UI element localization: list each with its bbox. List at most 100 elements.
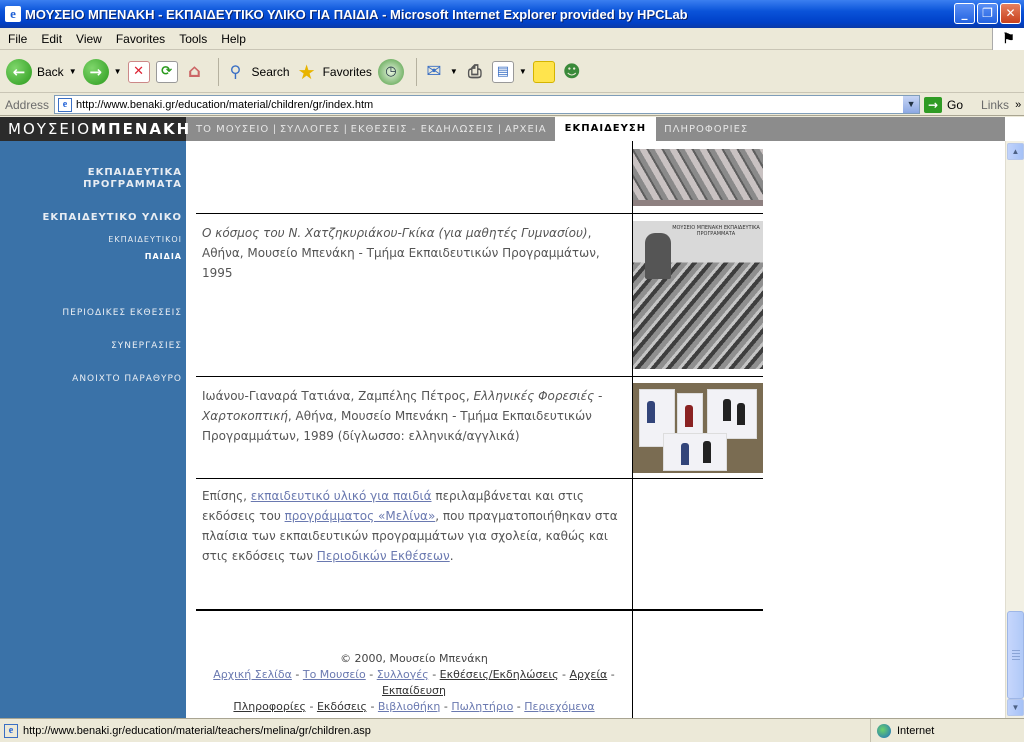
menu-favorites[interactable]: Favorites [109,32,172,46]
menu-edit[interactable]: Edit [34,32,69,46]
mail-dropdown-icon[interactable]: ▼ [450,67,458,76]
note-text: Επίσης, [202,489,251,503]
discuss-button[interactable] [532,55,555,89]
sidebar-item-programs[interactable]: ΕΚΠΑΙΔΕΥΤΙΚΑ ΠΡΟΓΡΑΜΜΑΤΑ [83,167,182,191]
maximize-button[interactable]: ❐ [977,3,998,24]
address-dropdown-icon[interactable]: ▼ [903,96,920,113]
globe-icon [877,724,891,738]
note-text: . [449,549,454,563]
book-cover-thumbnail[interactable] [633,383,763,473]
footer-link-collections[interactable]: Συλλογές [377,668,429,681]
row-divider [196,376,763,377]
footer-link-archives[interactable]: Αρχεία [570,668,608,681]
history-icon: ◷ [377,58,404,85]
nav-collections[interactable]: ΣΥΛΛΟΓΕΣ [276,124,344,135]
edit-page-icon: ▤ [491,60,514,83]
address-bar: Address e http://www.benaki.gr/education… [0,94,1024,116]
footer-separator: - [291,668,303,681]
row-divider [196,478,763,479]
sidebar-item-label: ΕΚΠΑΙΔΕΥΤΙΚΑ [87,167,182,178]
sidebar-item-teachers[interactable]: ΕΚΠΑΙΔΕΥΤΙΚΟΙ [108,234,182,246]
footer-link-library[interactable]: Βιβλιοθήκη [378,700,440,713]
history-button[interactable]: ◷ [377,55,404,89]
costume-figure [703,441,711,463]
footer-link-home[interactable]: Αρχική Σελίδα [213,668,292,681]
edit-dropdown-icon[interactable]: ▼ [519,67,527,76]
footer-link-publications[interactable]: Εκδόσεις [317,700,367,713]
back-dropdown-icon[interactable]: ▼ [69,67,77,76]
go-button[interactable]: → Go [924,96,963,113]
address-input[interactable]: e http://www.benaki.gr/education/materia… [54,95,921,114]
browser-window: e ΜΟΥΣΕΙΟ ΜΠΕΝΑΚΗ - ΕΚΠΑΙΔΕΥΤΙΚΟ ΥΛΙΚΟ Γ… [0,0,1024,742]
printer-icon: ⎙ [468,61,482,82]
stop-button[interactable]: ✕ [127,55,150,89]
back-arrow-icon: ← [6,58,32,85]
nav-information[interactable]: ΠΛΗΡΟΦΟΡΙΕΣ [660,124,752,135]
book-cover-thumbnail[interactable]: ΜΟΥΣΕΙΟ ΜΠΕΝΑΚΗ ΕΚΠΑΙΔΕΥΤΙΚΑ ΠΡΟΓΡΑΜΜΑΤΑ [633,221,763,369]
refresh-button[interactable]: ⟳ [155,55,178,89]
mail-button[interactable]: ✉ ▼ [423,55,458,89]
scroll-down-icon[interactable]: ▼ [1007,699,1024,716]
footer-link-museum[interactable]: Το Μουσείο [303,668,366,681]
chevron-right-icon[interactable]: » [1015,99,1021,111]
row-divider [196,213,763,214]
nav-museum[interactable]: ΤΟ ΜΟΥΣΕΙΟ [192,124,273,135]
search-button[interactable]: ⚲ Search [225,55,290,89]
paper-doll-card [663,433,727,471]
book-cover-thumbnail[interactable] [633,149,763,206]
edit-button[interactable]: ▤ ▼ [491,55,527,89]
menu-help[interactable]: Help [214,32,253,46]
footer: © 2000, Μουσείο Μπενάκη Αρχική Σελίδα - … [196,651,632,715]
site-logo[interactable]: ΜΟΥΣΕΙΟ ΜΠΕΝΑΚΗ [0,117,189,141]
minimize-button[interactable]: _ [954,3,975,24]
footer-separator: - [305,700,317,713]
go-arrow-icon: → [924,96,943,113]
favorites-button[interactable]: ★ Favorites [296,55,372,89]
footer-link-contents[interactable]: Περιεχόμενα [524,700,594,713]
search-label: Search [251,64,290,79]
melina-program-link[interactable]: προγράμματος «Μελίνα» [285,509,436,523]
title-bar[interactable]: e ΜΟΥΣΕΙΟ ΜΠΕΝΑΚΗ - ΕΚΠΑΙΔΕΥΤΙΚΟ ΥΛΙΚΟ Γ… [0,0,1024,28]
sidebar-item-children[interactable]: ΠΑΙΔΙΑ [145,251,182,263]
sidebar-item-open-window[interactable]: ΑΝΟΙΧΤΟ ΠΑΡΑΘΥΡΟ [72,373,182,385]
links-button[interactable]: Links [981,98,1009,112]
sidebar-item-label: ΠΡΟΓΡΑΜΜΑΤΑ [83,179,182,190]
security-zone: Internet [870,719,1024,742]
home-icon: ⌂ [188,61,201,82]
forward-arrow-icon: → [82,58,109,85]
nav-archives[interactable]: ΑΡΧΕΙΑ [501,124,551,135]
sidebar-item-periodic[interactable]: ΠΕΡΙΟΔΙΚΕΣ ΕΚΘΕΣΕΙΣ [62,307,182,319]
scroll-thumb[interactable] [1007,611,1024,699]
sidebar-item-material[interactable]: ΕΚΠΑΙΔΕΥΤΙΚΟ ΥΛΙΚΟ [43,212,182,224]
back-button[interactable]: ← Back ▼ [6,55,77,89]
children-material-link[interactable]: εκπαιδευτικό υλικό για παιδιά [251,489,432,503]
mail-icon: ✉ [426,61,442,82]
nav-education[interactable]: ΕΚΠΑΙΔΕΥΣΗ [554,117,657,141]
footer-link-exhibitions[interactable]: Εκθέσεις/Εκδηλώσεις [440,668,559,681]
messenger-button[interactable]: ☻ [561,55,583,89]
menu-view[interactable]: View [69,32,109,46]
entry-authors: Ιωάνου-Γιαναρά Τατιάνα, Ζαμπέλης Πέτρος, [202,389,474,403]
menu-file[interactable]: File [0,32,34,46]
nav-exhibitions[interactable]: ΕΚΘΕΣΕΙΣ - ΕΚΔΗΛΩΣΕΙΣ [347,124,499,135]
address-url[interactable]: http://www.benaki.gr/education/material/… [76,99,903,111]
portrait-figure [645,233,671,279]
print-button[interactable]: ⎙ [464,55,486,89]
cover-caption: ΜΟΥΣΕΙΟ ΜΠΕΝΑΚΗ ΕΚΠΑΙΔΕΥΤΙΚΑ ΠΡΟΓΡΑΜΜΑΤΑ [672,225,760,237]
home-button[interactable]: ⌂ [184,55,206,89]
footer-link-shop[interactable]: Πωλητήριο [451,700,513,713]
forward-dropdown-icon[interactable]: ▼ [114,67,122,76]
menu-tools[interactable]: Tools [172,32,214,46]
back-label: Back [37,64,64,79]
paper-doll-card [707,389,757,439]
close-button[interactable]: ✕ [1000,3,1021,24]
site-nav: ΜΟΥΣΕΙΟ ΜΠΕΝΑΚΗ ΤΟ ΜΟΥΣΕΙΟ | ΣΥΛΛΟΓΕΣ | Ε… [0,117,1005,141]
scroll-up-icon[interactable]: ▲ [1007,143,1024,160]
footer-link-education[interactable]: Εκπαίδευση [382,684,446,697]
periodic-exhibitions-link[interactable]: Περιοδικών Εκθέσεων [317,549,450,563]
forward-button[interactable]: → ▼ [82,55,122,89]
sidebar-item-collaborations[interactable]: ΣΥΝΕΡΓΑΣΙΕΣ [111,340,182,352]
content-area: Ο κόσμος του Ν. Χατζηκυριάκου-Γκίκα (για… [196,141,764,718]
vertical-scrollbar[interactable]: ▲ ▼ [1005,141,1024,718]
footer-link-information[interactable]: Πληροφορίες [233,700,306,713]
